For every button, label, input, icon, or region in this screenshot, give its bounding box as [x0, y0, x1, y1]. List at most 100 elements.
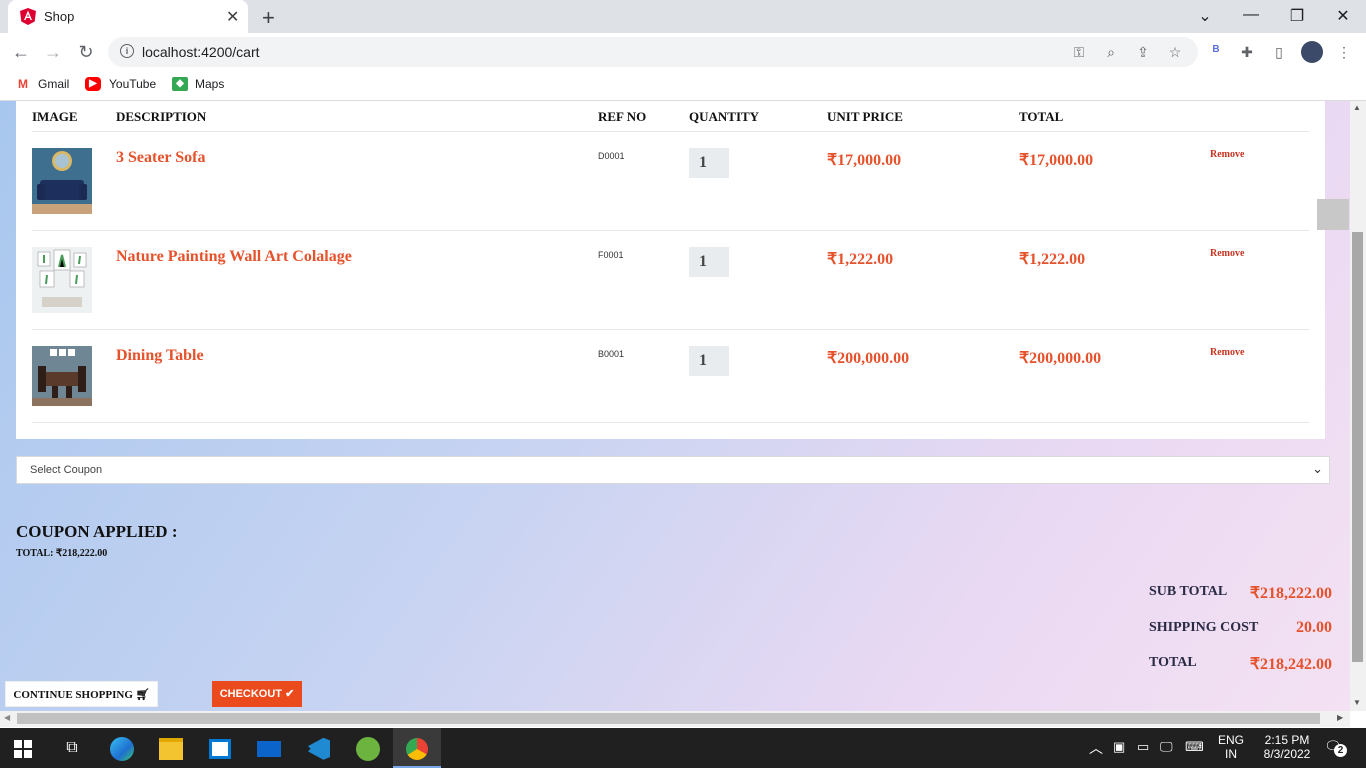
header-image: IMAGE	[32, 109, 78, 124]
table-row: Nature Painting Wall Art Colalage F0001 …	[16, 230, 1325, 329]
bookmark-star-icon[interactable]: ☆	[1166, 44, 1184, 61]
tab-title: Shop	[44, 9, 75, 24]
table-row: 3 Seater Sofa D0001 1 ₹17,000.00 ₹17,000…	[16, 131, 1325, 230]
scroll-down-arrow-icon[interactable]: ▼	[1353, 698, 1361, 707]
youtube-icon: ▶	[85, 77, 101, 91]
item-total: ₹17,000.00	[1019, 152, 1094, 169]
remove-button[interactable]: Remove	[1210, 149, 1244, 160]
share-icon[interactable]: ⇪	[1134, 44, 1152, 61]
url-text[interactable]: localhost:4200/cart	[142, 44, 260, 60]
maps-icon: ◆	[172, 77, 188, 91]
back-icon[interactable]: ←	[10, 42, 32, 63]
windows-start-icon[interactable]	[14, 740, 32, 758]
language-top: ENG	[1217, 733, 1244, 747]
quantity-input[interactable]: 1	[689, 346, 729, 376]
vscode-icon[interactable]	[295, 728, 343, 768]
item-ref: D0001	[598, 151, 625, 161]
coupon-select[interactable]: Select Coupon ⌄	[16, 456, 1330, 484]
browser-tab[interactable]: Shop ✕	[8, 0, 248, 33]
sofa-thumbnail	[32, 148, 92, 214]
site-info-icon[interactable]: i	[120, 44, 134, 58]
remove-button[interactable]: Remove	[1210, 248, 1244, 259]
sub-total-value: ₹218,222.00	[1249, 585, 1332, 602]
quantity-input[interactable]: 1	[689, 148, 729, 178]
coupon-total-text: TOTAL: ₹218,222.00	[16, 548, 108, 559]
continue-shopping-button[interactable]: CONTINUE SHOPPING 🛒︎	[5, 681, 158, 707]
bookmark-youtube[interactable]: YouTube	[109, 77, 156, 91]
clock-time: 2:15 PM	[1264, 733, 1310, 747]
battery-icon[interactable]: ▭	[1137, 739, 1149, 755]
zoom-icon[interactable]: ⌕	[1102, 44, 1120, 61]
forward-icon[interactable]: →	[42, 42, 64, 63]
header-ref-no: REF NO	[598, 109, 647, 124]
notification-center-icon[interactable]: 🗨︎ 2	[1324, 738, 1347, 758]
quantity-input[interactable]: 1	[689, 247, 729, 277]
scroll-up-arrow-icon[interactable]: ▲	[1353, 103, 1361, 112]
network-icon[interactable]: 🖵︎	[1160, 739, 1173, 755]
row-divider	[32, 422, 1309, 423]
wall-art-thumbnail	[32, 247, 92, 313]
scroll-left-arrow-icon[interactable]: ◀	[4, 713, 10, 722]
task-view-icon[interactable]: ⧉	[48, 728, 96, 768]
item-ref: B0001	[598, 349, 625, 359]
remove-button[interactable]: Remove	[1210, 347, 1244, 358]
key-icon[interactable]: ⚿	[1070, 44, 1088, 61]
continue-shopping-label: CONTINUE SHOPPING	[13, 689, 133, 701]
shipping-cost-value: 20.00	[1296, 619, 1332, 636]
extension-b-icon[interactable]: B	[1207, 44, 1225, 55]
cart-icon: 🛒︎	[135, 689, 150, 701]
language-bottom: IN	[1225, 747, 1237, 761]
floating-widget[interactable]	[1317, 199, 1349, 230]
item-unit-price: ₹200,000.00	[827, 350, 910, 367]
horizontal-scroll-thumb[interactable]	[17, 713, 1320, 724]
notification-count-badge: 2	[1334, 744, 1347, 757]
item-unit-price: ₹17,000.00	[827, 152, 902, 169]
clock[interactable]: 2:15 PM 8/3/2022	[1252, 733, 1322, 761]
header-unit-price: UNIT PRICE	[827, 109, 903, 124]
store-icon[interactable]	[196, 728, 244, 768]
menu-kebab-icon[interactable]: ⋮	[1335, 44, 1353, 61]
file-explorer-icon[interactable]	[147, 728, 195, 768]
edge-icon[interactable]	[98, 728, 146, 768]
language-indicator[interactable]: ENG IN	[1215, 733, 1247, 761]
spring-tool-icon[interactable]	[344, 728, 392, 768]
item-description[interactable]: Dining Table	[116, 347, 204, 365]
meet-now-icon[interactable]: ▣	[1113, 739, 1125, 755]
scroll-right-arrow-icon[interactable]: ▶	[1337, 713, 1343, 722]
check-icon: ✔	[285, 688, 295, 700]
bookmark-maps[interactable]: Maps	[195, 77, 224, 91]
item-total: ₹1,222.00	[1019, 251, 1086, 268]
vertical-scroll-thumb[interactable]	[1352, 232, 1363, 662]
checkout-button[interactable]: CHECKOUT ✔	[212, 681, 302, 707]
reload-icon[interactable]: ↻	[75, 42, 97, 63]
grand-total-value: ₹218,242.00	[1249, 656, 1332, 673]
item-total: ₹200,000.00	[1019, 350, 1102, 367]
window-close-icon[interactable]: ✕	[1333, 6, 1353, 26]
checkout-label: CHECKOUT	[219, 688, 283, 700]
extensions-puzzle-icon[interactable]: ✚	[1238, 44, 1256, 61]
address-bar[interactable]: i localhost:4200/cart	[108, 37, 1198, 67]
angular-icon	[20, 8, 36, 25]
table-row: Dining Table B0001 1 ₹200,000.00 ₹200,00…	[16, 329, 1325, 423]
gmail-icon: M	[15, 77, 31, 91]
mail-icon[interactable]	[245, 728, 293, 768]
show-hidden-icons-chevron-icon[interactable]: ︿	[1089, 738, 1103, 758]
keyboard-icon[interactable]: ⌨	[1185, 739, 1204, 755]
item-description[interactable]: Nature Painting Wall Art Colalage	[116, 248, 352, 266]
item-description[interactable]: 3 Seater Sofa	[116, 149, 205, 167]
side-panel-icon[interactable]: ▯	[1270, 44, 1288, 61]
chrome-icon[interactable]	[393, 728, 441, 768]
header-description: DESCRIPTION	[116, 109, 207, 124]
minimize-icon[interactable]: —	[1241, 6, 1261, 24]
chevron-down-icon: ⌄	[1312, 461, 1323, 476]
tab-search-chevron-icon[interactable]: ⌄	[1195, 6, 1215, 26]
item-unit-price: ₹1,222.00	[827, 251, 894, 268]
close-tab-icon[interactable]: ✕	[226, 7, 239, 27]
header-quantity: QUANTITY	[689, 109, 760, 124]
new-tab-icon[interactable]: +	[262, 5, 275, 31]
header-total: TOTAL	[1019, 109, 1064, 124]
profile-avatar[interactable]	[1301, 41, 1323, 63]
restore-icon[interactable]: ❐	[1287, 6, 1307, 26]
bookmark-gmail[interactable]: Gmail	[38, 77, 69, 91]
clock-date: 8/3/2022	[1263, 747, 1311, 761]
